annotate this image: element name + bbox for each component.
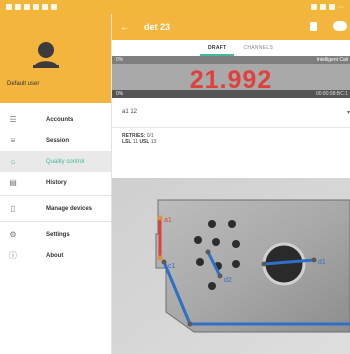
limits-line: LSL 11 USL 13: [122, 139, 350, 145]
drawer-item-label: History: [46, 179, 67, 186]
measure-point: [217, 273, 223, 279]
status-icons-left: [6, 4, 57, 10]
status-bar: ⋯: [0, 0, 350, 14]
drawer-item-label: Session: [46, 137, 70, 144]
drawer-item-label: Quality control: [46, 158, 85, 165]
measure-point: [157, 215, 163, 221]
list-icon: ≡: [10, 135, 16, 145]
drawer-item-label: About: [46, 252, 64, 259]
part-hole: [194, 236, 202, 244]
signal-icon: [329, 4, 335, 10]
play-icon: [51, 4, 57, 10]
bluetooth-icon: [311, 4, 317, 10]
channel-selector[interactable]: a1 12 ▾: [112, 98, 350, 128]
drawer-item-label: Accounts: [46, 116, 74, 123]
history-icon: ▤: [9, 177, 17, 187]
trash-icon[interactable]: [310, 22, 317, 31]
tab-draft[interactable]: DRAFT: [199, 40, 236, 56]
notification-icon: [24, 4, 30, 10]
app-bar: ← det 23: [112, 14, 350, 40]
page-title: det 23: [144, 22, 171, 32]
usl-value: 13: [150, 139, 157, 145]
lsl-label: LSL: [122, 139, 132, 145]
part-hole: [228, 220, 236, 228]
status-text: ⋯: [338, 4, 344, 11]
device-icon: ▯: [10, 203, 16, 213]
avatar-icon: [33, 42, 59, 68]
measure-point: [161, 259, 167, 265]
part-hole: [196, 258, 204, 266]
measure-point: [261, 261, 267, 267]
label-d1: d1: [318, 259, 326, 266]
back-arrow-icon[interactable]: ←: [120, 22, 132, 33]
notification-icon: [6, 4, 12, 10]
drawer-header: Default user: [0, 14, 111, 103]
drawer-item-manage-devices[interactable]: ▯ Manage devices: [0, 198, 111, 219]
measure-point: [187, 321, 193, 327]
cloud-upload-icon[interactable]: [333, 21, 347, 31]
part-photo[interactable]: a1 c1 d2 d1: [112, 178, 350, 354]
tab-bar: DRAFT CHANNELS: [112, 40, 350, 56]
measure-point: [205, 249, 211, 255]
drawer-item-settings[interactable]: ⚙ Settings: [0, 224, 111, 245]
drawer-item-accounts[interactable]: ☰ Accounts: [0, 109, 111, 130]
device-label: Intelligent Cali: [316, 57, 348, 63]
navigation-drawer: Default user ☰ Accounts ≡ Session ⌂ Qual…: [0, 14, 112, 354]
measurement-display: 0% Intelligent Cali 21.992 0% 00:80:98:B…: [112, 56, 350, 98]
info-icon: ⓘ: [9, 250, 17, 260]
quality-icon: ⌂: [10, 156, 16, 166]
drawer-item-label: Settings: [46, 231, 70, 238]
label-c1: c1: [168, 263, 176, 270]
drawer-item-quality-control[interactable]: ⌂ Quality control: [0, 151, 111, 172]
main-panel: ← det 23 DRAFT CHANNELS 0% Intelligent C…: [112, 14, 350, 354]
drawer-divider: [0, 221, 111, 222]
part-hole: [232, 260, 240, 268]
label-a1: a1: [164, 217, 172, 224]
drawer-item-about[interactable]: ⓘ About: [0, 245, 111, 266]
part-hole: [208, 220, 216, 228]
measure-point: [311, 257, 317, 263]
wifi-icon: [320, 4, 326, 10]
measure-point: [157, 255, 163, 261]
drawer-divider: [0, 195, 111, 196]
gauge-top-bar: 0% Intelligent Cali: [112, 56, 350, 64]
label-d2: d2: [224, 277, 232, 284]
gear-icon: ⚙: [9, 229, 17, 239]
device-mac-address: 00:80:98:BC:1: [316, 91, 348, 97]
status-icons-right: ⋯: [311, 4, 344, 11]
usl-label: USL: [139, 139, 150, 145]
drawer-menu: ☰ Accounts ≡ Session ⌂ Quality control ▤…: [0, 109, 111, 266]
lsl-value: 11: [132, 139, 139, 145]
gauge-bottom-bar: 0% 00:80:98:BC:1: [112, 90, 350, 98]
part-hole: [212, 238, 220, 246]
notification-icon: [33, 4, 39, 10]
notification-icon: [15, 4, 21, 10]
top-percentage: 0%: [116, 57, 124, 63]
drawer-item-session[interactable]: ≡ Session: [0, 130, 111, 151]
part-hole: [232, 240, 240, 248]
part-measurement-overlay: a1 c1 d2 d1: [112, 178, 350, 354]
drawer-item-history[interactable]: ▤ History: [0, 172, 111, 193]
part-hole: [208, 282, 216, 290]
drawer-item-label: Manage devices: [46, 205, 93, 212]
drawer-user-name: Default user: [7, 81, 40, 87]
tab-channels[interactable]: CHANNELS: [243, 40, 273, 56]
tolerance-info: RETRIES: 0/1 LSL 11 USL 13: [112, 128, 350, 152]
bottom-percentage: 0%: [116, 91, 124, 97]
account-icon: ☰: [9, 114, 17, 124]
play-icon: [42, 4, 48, 10]
selector-value: a1 12: [122, 109, 138, 115]
